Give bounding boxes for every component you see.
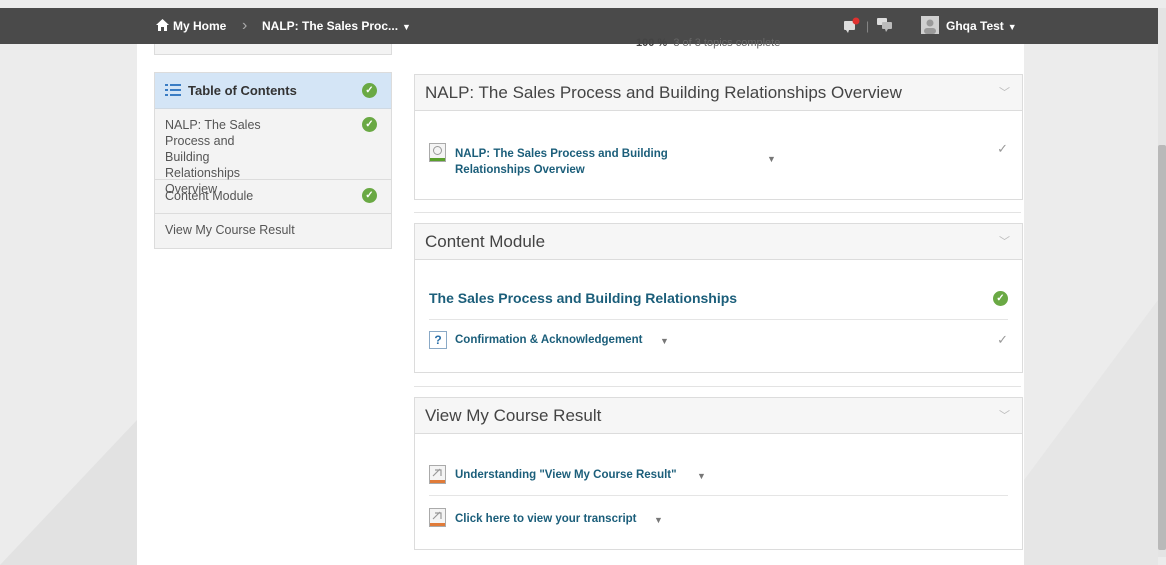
- list-icon: [165, 84, 181, 96]
- course-result-panel-header[interactable]: View My Course Result ﹀: [415, 398, 1022, 434]
- panel-title: Content Module: [425, 232, 546, 251]
- toolbar-divider: |: [866, 19, 870, 33]
- chevron-down-icon: ▼: [1007, 22, 1017, 32]
- link-icon: [429, 465, 446, 484]
- panel-title: NALP: The Sales Process and Building Rel…: [425, 83, 902, 102]
- alerts-icon[interactable]: [843, 8, 861, 44]
- question-icon: ?: [429, 331, 447, 349]
- top-navigation-bar: My Home › NALP: The Sales Proc... ▼ | Ghq…: [0, 8, 1158, 44]
- chevron-down-icon[interactable]: ▼: [654, 515, 663, 525]
- chevron-down-icon[interactable]: ▼: [697, 471, 706, 481]
- completed-check-icon: ✓: [362, 117, 377, 132]
- progress-detail: 3 of 3 topics complete: [673, 37, 781, 49]
- course-menu[interactable]: NALP: The Sales Proc... ▼: [262, 8, 411, 44]
- chevron-down-icon[interactable]: ﹀: [999, 233, 1010, 249]
- chevron-down-icon[interactable]: ﹀: [999, 407, 1010, 423]
- chevron-down-icon[interactable]: ▼: [767, 154, 776, 164]
- module-subheading[interactable]: The Sales Process and Building Relations…: [429, 290, 737, 306]
- completed-check-icon: ✓: [362, 83, 377, 98]
- divider: [429, 319, 1008, 320]
- messages-icon[interactable]: [877, 8, 893, 44]
- content-module-panel: Content Module ﹀ The Sales Process and B…: [414, 223, 1023, 373]
- course-result-panel: View My Course Result ﹀ Understanding "V…: [414, 397, 1023, 550]
- home-label: My Home: [173, 19, 227, 33]
- home-icon: [156, 19, 169, 31]
- topic-link-confirmation[interactable]: Confirmation & Acknowledgement: [455, 334, 642, 346]
- topic-link-transcript[interactable]: Click here to view your transcript: [455, 513, 637, 525]
- content-module-panel-header[interactable]: Content Module ﹀: [415, 224, 1022, 260]
- chevron-down-icon: ▼: [402, 22, 411, 32]
- panel-title: View My Course Result: [425, 406, 602, 425]
- panel-separator: [414, 386, 1021, 387]
- sidebar-item-overview[interactable]: NALP: The Sales Process and Building Rel…: [155, 109, 391, 196]
- table-of-contents-sidebar: Table of Contents ✓ NALP: The Sales Proc…: [154, 72, 392, 249]
- sidebar-top-stub: [154, 44, 392, 55]
- link-icon: [429, 508, 446, 527]
- sidebar-item-label: View My Course Result: [165, 223, 295, 237]
- chevron-down-icon[interactable]: ﹀: [999, 84, 1010, 100]
- overview-panel: NALP: The Sales Process and Building Rel…: [414, 74, 1023, 200]
- user-menu[interactable]: Ghqa Test ▼: [921, 8, 1017, 44]
- user-name: Ghqa Test: [946, 19, 1004, 33]
- home-link[interactable]: My Home: [156, 8, 226, 44]
- panel-separator: [414, 212, 1021, 213]
- toc-header[interactable]: Table of Contents ✓: [155, 73, 391, 109]
- overview-panel-header[interactable]: NALP: The Sales Process and Building Rel…: [415, 75, 1022, 111]
- avatar: [921, 16, 939, 34]
- scrollbar-thumb[interactable]: [1158, 145, 1166, 550]
- completed-check-icon: ✓: [362, 188, 377, 203]
- progress-percent: 100 %: [636, 37, 668, 49]
- topic-link-overview[interactable]: NALP: The Sales Process and Building Rel…: [455, 146, 715, 178]
- breadcrumb-separator-icon: ›: [242, 17, 248, 34]
- topic-link-understanding-result[interactable]: Understanding "View My Course Result": [455, 469, 677, 481]
- chevron-down-icon[interactable]: ▼: [660, 336, 669, 346]
- completed-check-icon: ✓: [997, 141, 1008, 156]
- completed-check-icon: ✓: [997, 332, 1008, 347]
- progress-summary: 100 % 3 of 3 topics complete: [636, 37, 780, 49]
- completed-check-icon: ✓: [993, 291, 1008, 306]
- divider: [429, 495, 1008, 496]
- sidebar-item-label: Content Module: [165, 189, 254, 203]
- web-page-icon: [429, 143, 446, 162]
- course-label: NALP: The Sales Proc...: [262, 19, 399, 33]
- sidebar-item-content-module[interactable]: Content Module ✓: [155, 180, 391, 214]
- toc-header-label: Table of Contents: [188, 83, 297, 98]
- sidebar-item-course-result[interactable]: View My Course Result: [155, 214, 391, 248]
